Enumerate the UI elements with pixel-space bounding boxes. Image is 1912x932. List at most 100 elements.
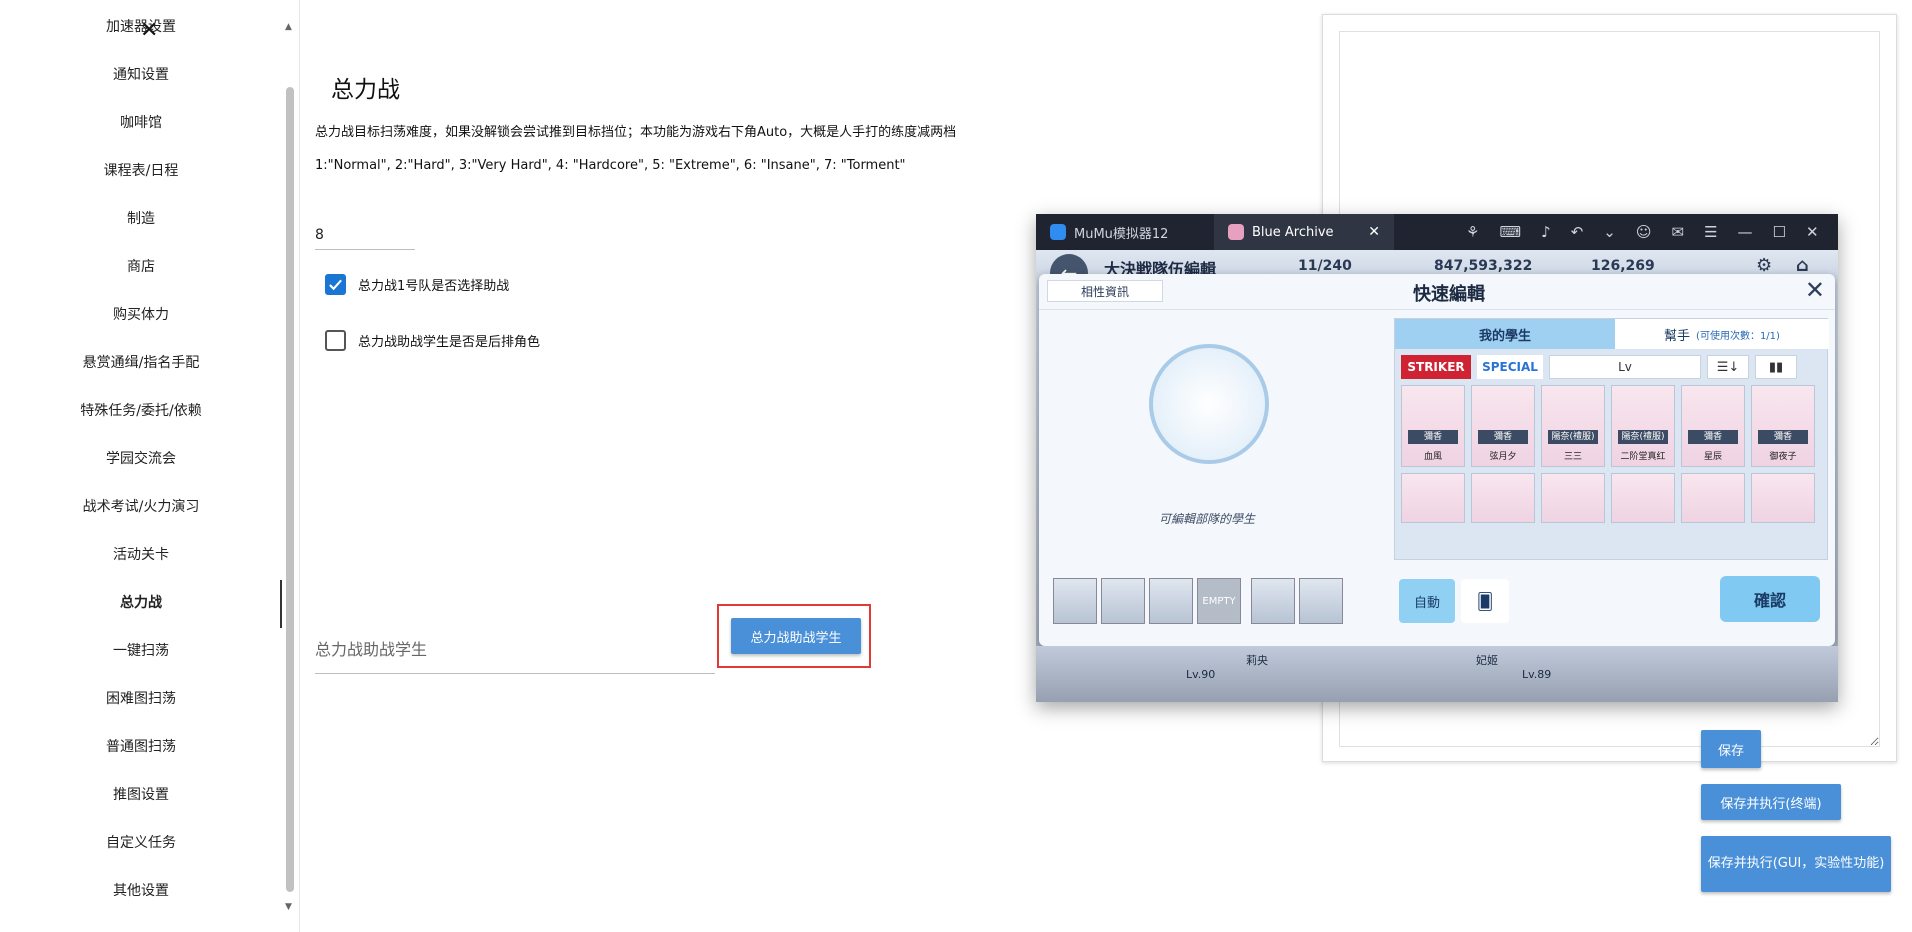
sidebar-item-notification[interactable]: 通知设置 — [0, 55, 282, 95]
tab-mumu-label: MuMu模拟器12 — [1074, 226, 1169, 242]
sidebar-scrollbar[interactable]: ▲ ▼ — [284, 22, 296, 912]
team-slot[interactable] — [1251, 578, 1295, 624]
striker-filter[interactable]: STRIKER — [1401, 355, 1471, 379]
checkbox-backline[interactable] — [325, 330, 346, 351]
checkbox-row-backline[interactable]: 总力战助战学生是否是后排角色 — [325, 330, 540, 351]
sidebar-item-shop[interactable]: 商店 — [0, 247, 282, 287]
team-slot[interactable] — [1149, 578, 1193, 624]
bottom-student-name-2: 妃姬 — [1476, 654, 1498, 667]
mascot-caption: 可編輯部隊的學生 — [1159, 512, 1256, 526]
student-card[interactable] — [1751, 473, 1815, 523]
helper-student-input[interactable] — [315, 626, 715, 674]
difficulty-input[interactable] — [315, 216, 415, 250]
mail-icon[interactable]: ✉ — [1671, 223, 1684, 241]
cards-icon[interactable]: 🂠 — [1461, 579, 1509, 623]
scroll-up-icon[interactable]: ▲ — [285, 22, 292, 32]
sidebar-item-normal-sweep[interactable]: 普通图扫荡 — [0, 727, 282, 767]
view-toggle-icon[interactable]: ▮▮ — [1755, 355, 1797, 379]
sidebar-item-push-stage[interactable]: 推图设置 — [0, 775, 282, 815]
sidebar-item-one-click-sweep[interactable]: 一键扫荡 — [0, 631, 282, 671]
bottom-student-name-1: 莉央 — [1246, 654, 1268, 667]
sidebar-item-hard-sweep[interactable]: 困难图扫荡 — [0, 679, 282, 719]
affinity-info-button[interactable]: 相性資訊 — [1047, 280, 1163, 302]
quick-edit-dialog: 相性資訊 快速編輯 ✕ 可編輯部隊的學生 我的學生 幫手 (可使用次數：1/1)… — [1039, 274, 1835, 646]
student-card[interactable]: 陽奈(禮服) 二阶堂真红 — [1611, 385, 1675, 467]
checkbox-team1-helper[interactable] — [325, 274, 346, 295]
volume-icon[interactable]: ♪ — [1541, 223, 1551, 241]
tab-mumu[interactable]: MuMu模拟器12 — [1036, 214, 1214, 250]
student-roster: 我的學生 幫手 (可使用次數：1/1) STRIKER SPECIAL Lv ☰… — [1394, 318, 1829, 560]
scroll-thumb[interactable] — [286, 87, 294, 892]
student-card[interactable]: 彌香 血風 — [1401, 385, 1465, 467]
confirm-button[interactable]: 確認 — [1720, 576, 1820, 622]
tab-blue-archive-label: Blue Archive — [1252, 224, 1334, 240]
sidebar-item-custom-task[interactable]: 自定义任务 — [0, 823, 282, 863]
game-bottom-bar: 莉央 Lv.90 妃姬 Lv.89 — [1036, 646, 1838, 702]
student-card[interactable] — [1681, 473, 1745, 523]
window-close-icon[interactable]: ✕ — [1806, 223, 1819, 241]
minimize-icon[interactable]: — — [1738, 223, 1753, 241]
checkbox-team1-helper-label: 总力战1号队是否选择助战 — [358, 279, 510, 294]
maximize-icon[interactable]: ☐ — [1773, 223, 1786, 241]
helper-student-button[interactable]: 总力战助战学生 — [731, 618, 861, 654]
sidebar-item-bounty[interactable]: 悬赏通缉/指名手配 — [0, 343, 282, 383]
sidebar-item-other[interactable]: 其他设置 — [0, 871, 282, 911]
scroll-down-icon[interactable]: ▼ — [285, 902, 292, 912]
student-cards: 彌香 血風 彌香 弦月夕 陽奈(禮服) 三三 陽奈(禮服) 二阶堂真红 彌香 星辰 彌香御… — [1401, 385, 1819, 523]
gamepad-icon[interactable]: ⚘ — [1466, 223, 1479, 241]
student-card[interactable]: 彌香 星辰 — [1681, 385, 1745, 467]
save-run-terminal-button[interactable]: 保存并执行(终端) — [1701, 784, 1841, 820]
student-card[interactable] — [1611, 473, 1675, 523]
bottom-student-lv-2: Lv.89 — [1522, 668, 1552, 681]
sidebar-item-craft[interactable]: 制造 — [0, 199, 282, 239]
sidebar-item-cafe[interactable]: 咖啡馆 — [0, 103, 282, 143]
tab-close-icon[interactable]: ✕ — [1368, 224, 1380, 240]
tab-blue-archive[interactable]: Blue Archive ✕ — [1214, 214, 1394, 250]
save-button[interactable]: 保存 — [1701, 730, 1761, 768]
sidebar-item-buy-ap[interactable]: 购买体力 — [0, 295, 282, 335]
menu-icon[interactable]: ☰ — [1704, 223, 1717, 241]
sidebar-item-event[interactable]: 活动关卡 — [0, 535, 282, 575]
team-slot-empty[interactable]: EMPTY — [1197, 578, 1241, 624]
student-card[interactable]: 陽奈(禮服) 三三 — [1541, 385, 1605, 467]
checkbox-row-team1-helper[interactable]: 总力战1号队是否选择助战 — [325, 274, 509, 295]
sidebar-item-special-task[interactable]: 特殊任务/委托/依赖 — [0, 391, 282, 431]
special-filter[interactable]: SPECIAL — [1477, 355, 1543, 379]
sort-select[interactable]: Lv — [1549, 355, 1701, 379]
sidebar-item-accelerator[interactable]: 加速器设置 — [0, 7, 282, 47]
tab-helper[interactable]: 幫手 (可使用次數：1/1) — [1615, 319, 1829, 349]
chevron-down-icon[interactable]: ⌄ — [1603, 223, 1616, 241]
keyboard-icon[interactable]: ⌨ — [1499, 223, 1521, 241]
emulator-toolbar: ⚘ ⌨ ♪ ↶ ⌄ ☺ ✉ ☰ — ☐ ✕ — [1466, 214, 1819, 250]
pyroxene-counter: 126,269 — [1591, 258, 1655, 274]
student-card[interactable] — [1471, 473, 1535, 523]
save-run-gui-button[interactable]: 保存并执行(GUI，实验性功能) — [1701, 836, 1891, 892]
emulator-screenshot: MuMu模拟器12 Blue Archive ✕ ⚘ ⌨ ♪ ↶ ⌄ ☺ ✉ ☰… — [1036, 214, 1838, 702]
sidebar-item-schedule[interactable]: 课程表/日程 — [0, 151, 282, 191]
settings-gear-icon[interactable]: ⚙ — [1756, 255, 1772, 276]
sidebar-item-exchange[interactable]: 学园交流会 — [0, 439, 282, 479]
page-title: 总力战 — [331, 77, 400, 103]
user-icon[interactable]: ☺ — [1636, 223, 1652, 241]
undo-icon[interactable]: ↶ — [1571, 223, 1584, 241]
tab-my-students[interactable]: 我的學生 — [1395, 319, 1615, 349]
home-icon[interactable]: ⌂ — [1796, 255, 1809, 276]
team-slot[interactable] — [1053, 578, 1097, 624]
dialog-header: 相性資訊 快速編輯 ✕ — [1039, 274, 1835, 310]
student-card[interactable] — [1401, 473, 1465, 523]
helper-uses: (可使用次數：1/1) — [1696, 330, 1780, 342]
difficulty-description: 总力战目标扫荡难度，如果没解锁会尝试推到目标挡位；本功能为游戏右下角Auto，大… — [315, 125, 957, 140]
team-slot[interactable] — [1299, 578, 1343, 624]
sidebar-item-total-assault[interactable]: 总力战 — [0, 583, 282, 623]
auto-button[interactable]: 自動 — [1399, 579, 1455, 623]
student-card[interactable] — [1541, 473, 1605, 523]
student-card[interactable]: 彌香 御夜子 — [1751, 385, 1815, 467]
credits-counter: 847,593,322 — [1434, 258, 1533, 274]
dialog-close-icon[interactable]: ✕ — [1805, 276, 1825, 304]
bottom-student-lv-1: Lv.90 — [1186, 668, 1216, 681]
sidebar-item-exam[interactable]: 战术考试/火力演习 — [0, 487, 282, 527]
check-icon — [329, 279, 342, 291]
team-slot[interactable] — [1101, 578, 1145, 624]
sort-order-icon[interactable]: ☰↓ — [1707, 355, 1749, 379]
student-card[interactable]: 彌香 弦月夕 — [1471, 385, 1535, 467]
